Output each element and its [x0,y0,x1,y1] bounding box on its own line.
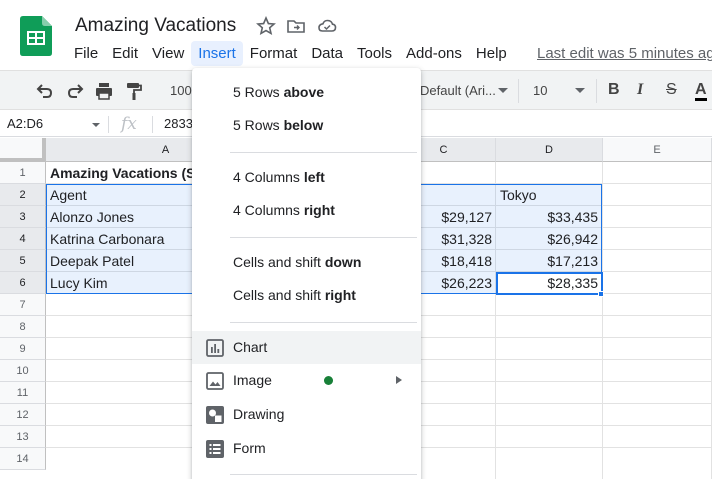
menu-format[interactable]: Format [243,41,305,66]
cell-d[interactable]: $17,213 [500,250,598,272]
menu-divider [230,152,417,153]
name-box-chevron-down-icon[interactable] [92,123,100,127]
row-header[interactable]: 10 [0,360,46,382]
insert-cells-shift-right[interactable]: Cells and shift right [192,279,421,312]
insert-chart[interactable]: Chart [192,331,421,364]
menu-item-label-bold: below [283,117,324,133]
undo-icon[interactable] [35,81,55,101]
cell-d[interactable]: $28,335 [500,272,598,294]
cloud-saved-icon[interactable] [317,16,337,36]
star-icon[interactable] [256,16,276,36]
menu-item-label-bold: left [303,169,325,185]
row-header[interactable]: 3 [0,206,46,228]
menu-item-label: 4 Columns [233,202,304,218]
insert-form[interactable]: Form [192,432,421,465]
menu-divider [230,322,417,323]
fill-handle[interactable] [598,291,604,297]
menu-divider [230,474,417,475]
font-size-chevron-down-icon[interactable] [575,88,585,93]
column-header-d[interactable]: D [496,138,603,162]
menu-item-label: Image [233,372,272,388]
menu-addons[interactable]: Add-ons [399,41,469,66]
cell-d2[interactable]: Tokyo [500,184,598,206]
insert-columns-left[interactable]: 4 Columns left [192,161,421,194]
font-size-select[interactable]: 10 [533,83,547,98]
drawing-icon [206,406,224,424]
row-header[interactable]: 9 [0,338,46,360]
menu-item-label: Cells and shift [233,287,325,303]
menu-item-label: Chart [233,339,268,355]
menu-item-label: 4 Columns [233,169,304,185]
menu-item-label: Drawing [233,406,285,422]
image-icon [206,372,224,390]
menu-data[interactable]: Data [304,41,350,66]
menu-edit[interactable]: Edit [105,41,145,66]
font-family-select[interactable]: Default (Ari... [420,83,496,98]
menu-item-label: 5 Rows [233,117,284,133]
last-edit-link[interactable]: Last edit was 5 minutes ago [537,45,712,62]
column-header-e[interactable]: E [603,138,712,162]
row-header[interactable]: 11 [0,382,46,404]
function-fx-icon: fx [121,114,137,134]
gridline [602,162,603,479]
row-header[interactable]: 14 [0,448,46,470]
row-header[interactable]: 13 [0,426,46,448]
row-header[interactable]: 7 [0,294,46,316]
name-box[interactable]: A2:D6 [7,116,43,131]
row-header[interactable]: 8 [0,316,46,338]
sheets-logo-icon[interactable] [20,16,52,56]
menu-tools[interactable]: Tools [350,41,399,66]
row-header[interactable]: 4 [0,228,46,250]
document-title[interactable]: Amazing Vacations [75,15,236,37]
strikethrough-button[interactable]: S [666,81,677,99]
toolbar-divider [518,79,519,103]
row-header[interactable]: 5 [0,250,46,272]
select-all-corner[interactable] [0,138,46,162]
formula-bar-divider [108,116,109,133]
menu-item-label-bold: down [324,254,362,270]
cell-d[interactable]: $33,435 [500,206,598,228]
menu-item-label-bold: right [324,287,356,303]
form-icon [206,440,224,458]
menu-item-label: Form [233,440,266,456]
formula-bar-divider [152,116,153,133]
bold-button[interactable]: B [608,81,620,99]
menu-view[interactable]: View [145,41,191,66]
row-header[interactable]: 6 [0,272,46,294]
italic-button[interactable]: I [637,81,643,99]
formula-input[interactable]: 2833 [164,116,193,131]
menu-item-label-bold: above [283,84,325,100]
cell-d[interactable]: $26,942 [500,228,598,250]
menu-item-label-bold: right [303,202,335,218]
submenu-arrow-icon [396,376,402,384]
print-icon[interactable] [94,81,114,101]
insert-image[interactable]: Image [192,364,421,397]
menu-file[interactable]: File [67,41,105,66]
font-family-chevron-down-icon[interactable] [498,88,508,93]
insert-rows-above[interactable]: 5 Rows above [192,76,421,109]
insert-menu-dropdown: 5 Rows above 5 Rows below 4 Columns left… [192,68,421,479]
insert-columns-right[interactable]: 4 Columns right [192,194,421,227]
paint-format-icon[interactable] [124,81,144,101]
menu-item-label: 5 Rows [233,84,284,100]
toolbar-divider [596,79,597,103]
menu-divider [230,237,417,238]
menu-bar: File Edit View Insert Format Data Tools … [67,41,514,67]
row-header[interactable]: 12 [0,404,46,426]
row-header[interactable]: 1 [0,162,46,184]
redo-icon[interactable] [65,81,85,101]
sheets-app: Amazing Vacations File Edit View Insert … [0,0,712,479]
text-color-button[interactable]: A [695,81,707,101]
insert-drawing[interactable]: Drawing [192,398,421,431]
menu-help[interactable]: Help [469,41,514,66]
chart-icon [206,339,224,357]
new-feature-dot [324,376,333,385]
move-to-folder-icon[interactable] [286,16,306,36]
menu-item-label: Cells and shift [233,254,325,270]
row-header[interactable]: 2 [0,184,46,206]
menu-insert[interactable]: Insert [191,41,243,66]
insert-rows-below[interactable]: 5 Rows below [192,109,421,142]
insert-cells-shift-down[interactable]: Cells and shift down [192,246,421,279]
